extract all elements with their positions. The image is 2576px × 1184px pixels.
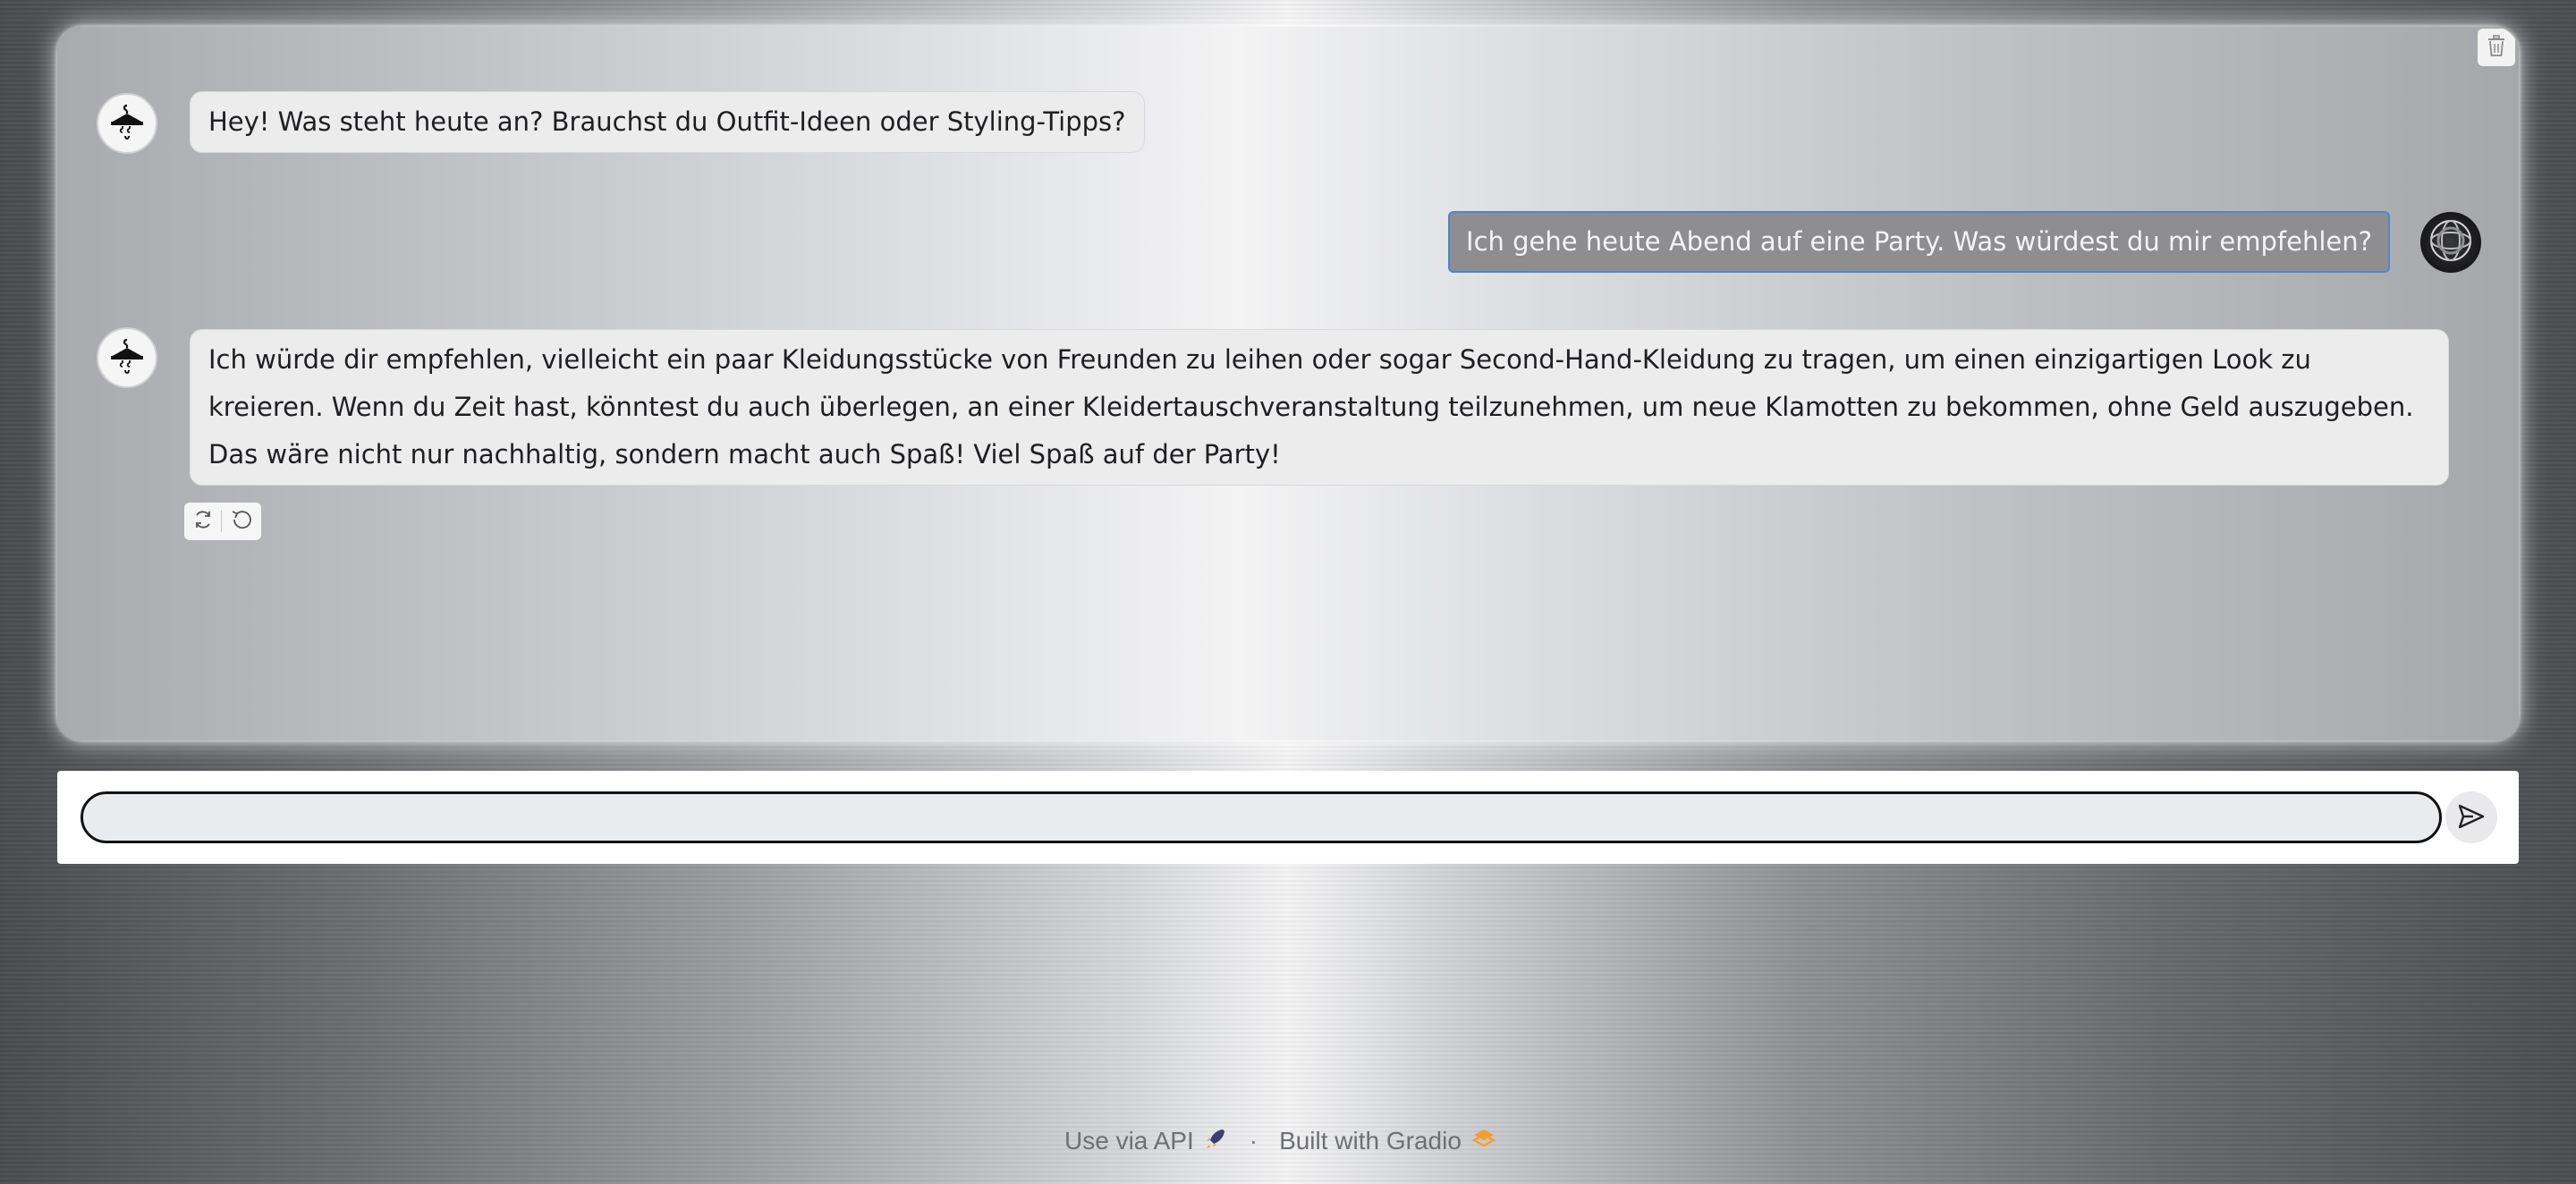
- undo-icon[interactable]: [229, 507, 254, 536]
- message-input[interactable]: [80, 791, 2442, 843]
- input-panel: [57, 771, 2519, 864]
- message-actions: [184, 503, 261, 540]
- use-via-api-link[interactable]: Use via API: [1064, 1127, 1194, 1155]
- bot-avatar: [97, 93, 157, 154]
- built-with-gradio-link[interactable]: Built with Gradio: [1279, 1127, 1462, 1155]
- chatbot-panel: Hey! Was steht heute an? Brauchst du Out…: [57, 27, 2519, 740]
- globe-icon: [2427, 216, 2475, 268]
- trash-icon: [2486, 34, 2507, 61]
- footer-separator: ·: [1249, 1127, 1258, 1154]
- retry-icon[interactable]: [191, 508, 215, 535]
- clear-chat-button[interactable]: [2478, 29, 2515, 66]
- rocket-icon: [1203, 1126, 1228, 1157]
- hanger-icon: [106, 334, 148, 381]
- divider: [221, 511, 223, 532]
- bot-message-bubble: Hey! Was steht heute an? Brauchst du Out…: [190, 91, 1145, 153]
- user-message-bubble: Ich gehe heute Abend auf eine Party. Was…: [1448, 211, 2390, 273]
- hanger-icon: [106, 100, 148, 147]
- bot-avatar: [97, 327, 157, 388]
- message-row-bot: Ich würde dir empfehlen, vielleicht ein …: [97, 327, 2449, 486]
- send-icon: [2456, 801, 2487, 834]
- bot-message-bubble: Ich würde dir empfehlen, vielleicht ein …: [190, 329, 2449, 486]
- message-row-bot: Hey! Was steht heute an? Brauchst du Out…: [97, 91, 1145, 154]
- message-row-user: Ich gehe heute Abend auf eine Party. Was…: [1448, 211, 2481, 273]
- user-avatar: [2420, 211, 2481, 273]
- gradio-logo-icon: [1470, 1127, 1497, 1156]
- send-button[interactable]: [2445, 791, 2497, 843]
- footer: Use via API · Built with Gradio: [1064, 1125, 1497, 1157]
